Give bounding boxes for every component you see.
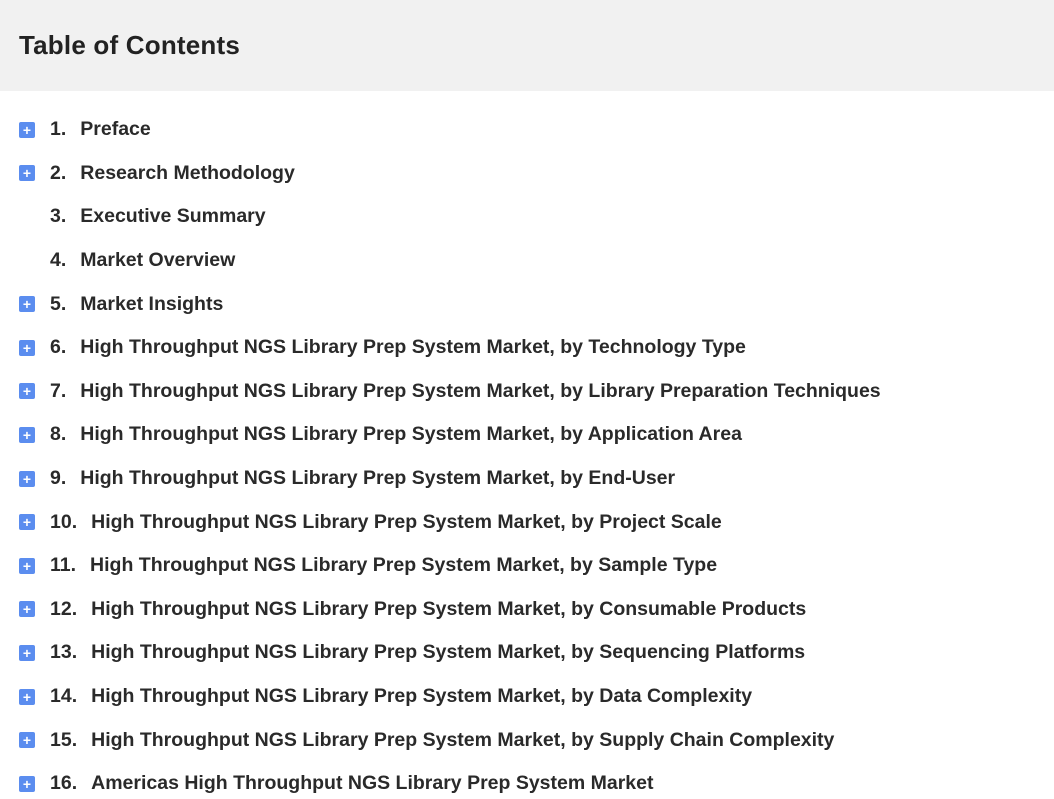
toc-item-label[interactable]: High Throughput NGS Library Prep System … [80,467,675,490]
plus-square-icon[interactable]: + [19,165,35,182]
toc-item[interactable]: +9. High Throughput NGS Library Prep Syst… [0,457,1054,501]
plus-square-icon[interactable]: + [19,775,35,792]
toc-item-number: 5. [50,292,67,315]
toc-item-label[interactable]: Executive Summary [80,205,265,228]
plus-square-icon[interactable]: + [19,732,35,749]
toc-item-number: 12. [50,597,78,620]
toc-item[interactable]: +11. High Throughput NGS Library Prep Sys… [0,544,1054,588]
plus-square-icon[interactable]: + [19,296,35,313]
toc-item-label[interactable]: Preface [80,118,150,141]
toc-item-label[interactable]: High Throughput NGS Library Prep System … [91,729,834,752]
plus-square-icon[interactable]: + [19,383,35,400]
toc-item-number: 3. [50,205,67,228]
toc-item-number: 13. [50,641,78,664]
toc-item[interactable]: +2. Research Methodology [0,152,1054,196]
plus-square-icon[interactable]: + [19,426,35,443]
toc-item-number: 15. [50,728,78,751]
toc-item-label[interactable]: High Throughput NGS Library Prep System … [91,685,752,708]
toc-item[interactable]: +1. Preface [0,108,1054,152]
plus-square-icon[interactable]: + [19,688,35,705]
toc-item[interactable]: +15. High Throughput NGS Library Prep Sys… [0,718,1054,762]
toc-item[interactable]: +14. High Throughput NGS Library Prep Sys… [0,675,1054,719]
toc-item-label[interactable]: High Throughput NGS Library Prep System … [80,380,880,403]
plus-square-icon[interactable]: + [19,470,35,487]
toc-item-number: 16. [50,772,78,795]
toc-item[interactable]: +16. Americas High Throughput NGS Library… [0,762,1054,799]
toc-item-label[interactable]: Market Overview [80,249,235,272]
toc-item-label[interactable]: High Throughput NGS Library Prep System … [90,554,717,577]
toc-item-label[interactable]: Research Methodology [80,162,295,185]
toc-item-number: 1. [50,118,67,141]
toc-item[interactable]: +6. High Throughput NGS Library Prep Syst… [0,326,1054,370]
toc-item[interactable]: +8. High Throughput NGS Library Prep Syst… [0,413,1054,457]
toc-item[interactable]: +13. High Throughput NGS Library Prep Sys… [0,631,1054,675]
plus-square-icon[interactable]: + [19,121,35,138]
toc-item-number: 8. [50,423,67,446]
plus-square-icon[interactable]: + [19,339,35,356]
toc-item[interactable]: +5. Market Insights [0,282,1054,326]
toc-item-number: 11. [50,554,77,577]
toc-item-number: 2. [50,161,67,184]
toc-item-label[interactable]: Americas High Throughput NGS Library Pre… [91,772,653,795]
toc-item-label[interactable]: High Throughput NGS Library Prep System … [91,641,805,664]
toc-item-label[interactable]: High Throughput NGS Library Prep System … [91,511,722,534]
toc-item[interactable]: +4.Market Overview [0,239,1054,283]
toc-list: +1. Preface +2. Research Methodology +3. Exec… [0,108,1054,799]
toc-item[interactable]: +10. High Throughput NGS Library Prep Sys… [0,500,1054,544]
toc-item-label[interactable]: Market Insights [80,293,223,316]
toc-item-label[interactable]: High Throughput NGS Library Prep System … [80,423,742,446]
toc-item[interactable]: +3.Executive Summary [0,195,1054,239]
toc-item-label[interactable]: High Throughput NGS Library Prep System … [80,336,746,359]
toc-title: Table of Contents [19,30,241,60]
toc-item-number: 14. [50,685,78,708]
toc-header: Table of Contents [0,0,1054,91]
toc-item-number: 9. [50,467,67,490]
toc-item-number: 10. [50,510,78,533]
plus-square-icon[interactable]: + [19,601,35,618]
toc-item[interactable]: +7. High Throughput NGS Library Prep Syst… [0,370,1054,414]
toc-item[interactable]: +12. High Throughput NGS Library Prep Sys… [0,588,1054,632]
toc-item-number: 7. [50,379,67,402]
toc-item-number: 4. [50,249,67,272]
plus-square-icon[interactable]: + [19,644,35,661]
plus-square-icon[interactable]: + [19,557,35,574]
toc-item-label[interactable]: High Throughput NGS Library Prep System … [91,598,806,621]
plus-square-icon[interactable]: + [19,514,35,531]
toc-item-number: 6. [50,336,67,359]
